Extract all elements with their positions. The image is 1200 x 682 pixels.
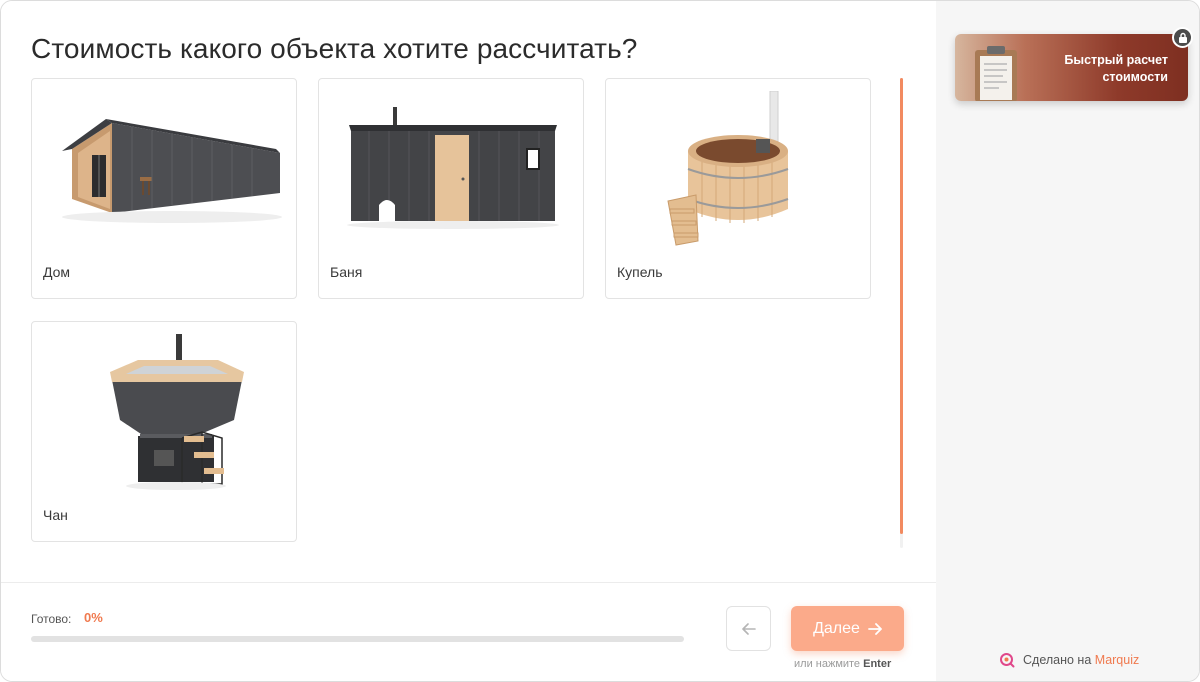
made-by-brand: Marquiz: [1094, 653, 1140, 667]
quiz-footer: Готово: 0% Далее или нажмите Enter: [1, 582, 936, 681]
progress-value: 0%: [84, 610, 103, 625]
made-by-prefix: Сделано на: [1023, 653, 1092, 667]
option-card-house[interactable]: Дом: [31, 78, 297, 299]
quick-estimate-banner[interactable]: Быстрый расчет стоимости: [955, 34, 1188, 101]
option-card-vat[interactable]: Чан: [31, 321, 297, 542]
arrow-left-icon: [741, 622, 756, 635]
next-button-label: Далее: [813, 619, 860, 637]
promo-line2: стоимости: [1102, 70, 1168, 84]
octagonal-vat-image: [110, 334, 244, 490]
scrollbar-thumb[interactable]: [900, 78, 903, 534]
back-button[interactable]: [726, 606, 771, 651]
lock-icon: [1178, 32, 1187, 43]
quick-estimate-text: Быстрый расчет стоимости: [1064, 52, 1168, 86]
lock-badge: [1172, 27, 1193, 48]
option-card-hot-tub[interactable]: Купель: [605, 78, 871, 299]
promo-line1: Быстрый расчет: [1064, 53, 1168, 67]
quiz-window: Стоимость какого объекта хотите рассчита…: [0, 0, 1200, 682]
arrow-right-icon: [868, 622, 882, 635]
modular-house-image: [62, 119, 282, 223]
option-label-vat: Чан: [43, 507, 68, 523]
hint-prefix: или нажмите: [794, 658, 861, 670]
question-title: Стоимость какого объекта хотите рассчита…: [31, 33, 638, 64]
option-label-sauna: Баня: [330, 264, 363, 280]
keyboard-hint: или нажмите Enter: [794, 658, 891, 670]
clipboard-icon: [975, 46, 1017, 101]
progress-bar: [31, 636, 684, 642]
option-label-hot-tub: Купель: [617, 264, 663, 280]
sidebar-panel: Быстрый расчет стоимости Сделано на Marq…: [936, 1, 1199, 681]
next-button[interactable]: Далее: [791, 606, 904, 651]
option-card-sauna[interactable]: Баня: [318, 78, 584, 299]
hint-key: Enter: [863, 658, 892, 670]
wooden-hot-tub-image: [667, 91, 789, 246]
option-label-house: Дом: [43, 264, 71, 280]
progress-label: Готово:: [31, 612, 72, 626]
made-by-link[interactable]: Сделано на Marquiz: [999, 652, 1139, 668]
marquiz-logo-icon: [1000, 653, 1015, 668]
quiz-main-panel: Стоимость какого объекта хотите рассчита…: [1, 1, 936, 681]
sauna-cabin-image: [347, 107, 559, 229]
options-scrollbar[interactable]: [900, 78, 903, 548]
